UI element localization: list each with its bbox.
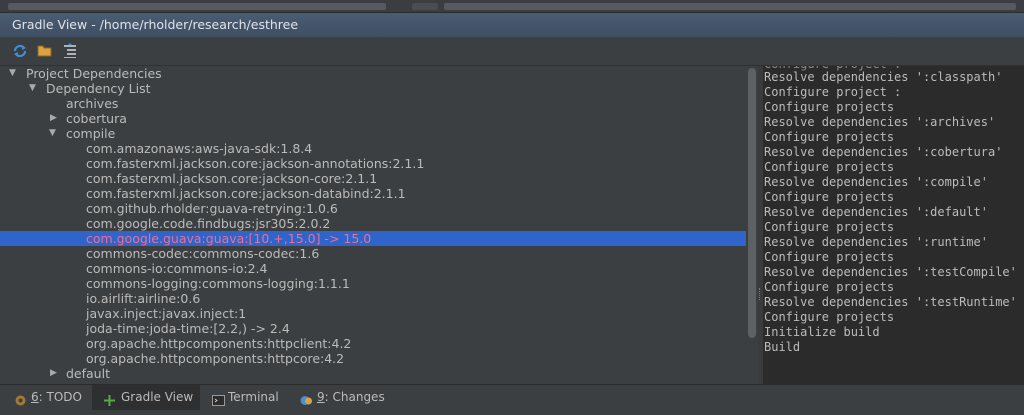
collapse-tree-icon[interactable]	[61, 42, 79, 60]
tree-node-cobertura[interactable]: ▶ cobertura	[0, 111, 746, 126]
dependency-row[interactable]: io.airlift:airline:0.6	[0, 291, 746, 306]
tree-node-label: cobertura	[66, 111, 127, 126]
dependency-label: com.amazonaws:aws-java-sdk:1.8.4	[86, 141, 313, 156]
tree-node-compile[interactable]: ▼ compile	[0, 126, 746, 141]
console-line: Resolve dependencies ':testRuntime'	[764, 295, 1017, 309]
dependency-label: com.fasterxml.jackson.core:jackson-datab…	[86, 186, 406, 201]
console-line: Configure projects	[764, 160, 895, 174]
console-line: Resolve dependencies ':testCompile'	[764, 265, 1017, 279]
refresh-icon[interactable]	[11, 42, 29, 60]
console-line: Resolve dependencies ':archives'	[764, 115, 996, 129]
tree-node-archives[interactable]: archives	[0, 96, 746, 111]
expanded-arrow-icon[interactable]: ▼	[29, 81, 39, 96]
todo-label: : TODO	[38, 390, 82, 404]
console-line: Resolve dependencies ':runtime'	[764, 235, 988, 249]
console-line: Resolve dependencies ':compile'	[764, 175, 988, 189]
terminal-tab[interactable]: Terminal	[208, 385, 288, 410]
console-line: Build	[764, 340, 801, 354]
dependency-label: com.fasterxml.jackson.core:jackson-core:…	[86, 171, 378, 186]
dependency-row[interactable]: javax.inject:javax.inject:1	[0, 306, 746, 321]
dependency-row[interactable]: com.amazonaws:aws-java-sdk:1.8.4	[0, 141, 746, 156]
dependency-label: io.airlift:airline:0.6	[86, 291, 201, 306]
folder-icon[interactable]	[36, 42, 54, 60]
changes-icon	[300, 391, 313, 405]
dependency-row[interactable]: com.fasterxml.jackson.core:jackson-annot…	[0, 156, 746, 171]
toolbar	[0, 37, 1024, 66]
console-line: Configure projects	[764, 310, 895, 324]
console-line: Configure projects	[764, 130, 895, 144]
dependency-row[interactable]: commons-io:commons-io:2.4	[0, 261, 746, 276]
tool-window-bar: 6: TODO Gradle View Terminal 9: Changes	[0, 384, 1024, 410]
dependency-label: javax.inject:javax.inject:1	[86, 306, 247, 321]
tree-node-label: Project Dependencies	[26, 66, 162, 81]
dependency-row[interactable]: com.github.rholder:guava-retrying:1.0.6	[0, 201, 746, 216]
tree-scrollbar-thumb[interactable]	[748, 68, 756, 338]
dependency-row[interactable]: com.fasterxml.jackson.core:jackson-core:…	[0, 171, 746, 186]
changes-label: : Changes	[324, 390, 385, 404]
tree-node-dependency-list[interactable]: ▼ Dependency List	[0, 81, 746, 96]
dependency-label: com.google.guava:guava:[10.+,15.0] -> 15…	[86, 231, 372, 246]
dependency-label: commons-logging:commons-logging:1.1.1	[86, 276, 350, 291]
todo-icon	[14, 391, 27, 406]
terminal-icon	[212, 391, 225, 406]
tree-scrollbar[interactable]	[746, 66, 758, 384]
dependency-label: com.fasterxml.jackson.core:jackson-annot…	[86, 156, 425, 171]
dependency-row[interactable]: com.fasterxml.jackson.core:jackson-datab…	[0, 186, 746, 201]
collapsed-arrow-icon[interactable]: ▶	[50, 366, 60, 381]
terminal-label: Terminal	[228, 390, 279, 404]
console-line: Resolve dependencies ':default'	[764, 205, 988, 219]
console-line: Configure projects	[764, 250, 895, 264]
dependency-label: commons-io:commons-io:2.4	[86, 261, 268, 276]
console-line: Configure project :	[764, 85, 902, 99]
tree-node-label: Dependency List	[46, 81, 151, 96]
gradle-view-label: Gradle View	[121, 390, 194, 404]
console-line: Configure projects	[764, 100, 895, 114]
dependency-row[interactable]: com.google.code.findbugs:jsr305:2.0.2	[0, 216, 746, 231]
dependency-label: com.github.rholder:guava-retrying:1.0.6	[86, 201, 338, 216]
console-line: Resolve dependencies ':classpath'	[764, 70, 1003, 84]
dependency-label: joda-time:joda-time:[2.2,) -> 2.4	[86, 321, 290, 336]
console-line: Resolve dependencies ':cobertura'	[764, 145, 1003, 159]
dependency-label: org.apache.httpcomponents:httpcore:4.2	[86, 351, 345, 366]
collapsed-arrow-icon[interactable]: ▶	[50, 111, 60, 126]
changes-shortcut: 9	[317, 390, 325, 404]
plus-icon	[103, 391, 116, 406]
dependency-row[interactable]: commons-codec:commons-codec:1.6	[0, 246, 746, 261]
dependency-label: commons-codec:commons-codec:1.6	[86, 246, 320, 261]
dependency-row[interactable]: org.apache.httpcomponents:httpcore:4.2	[0, 351, 746, 366]
tool-window-title-bar: Gradle View - /home/rholder/research/est…	[0, 12, 1024, 38]
gradle-view-tab[interactable]: Gradle View	[92, 385, 200, 410]
dependency-label: org.apache.httpcomponents:httpclient:4.2	[86, 336, 352, 351]
console-line: Configure projects	[764, 190, 895, 204]
dependency-label: com.google.code.findbugs:jsr305:2.0.2	[86, 216, 331, 231]
console-line: Configure projects	[764, 220, 895, 234]
expanded-arrow-icon[interactable]: ▼	[9, 66, 19, 81]
dependency-row-selected[interactable]: com.google.guava:guava:[10.+,15.0] -> 15…	[0, 231, 746, 246]
dependency-row[interactable]: commons-logging:commons-logging:1.1.1	[0, 276, 746, 291]
tree-node-label: default	[66, 366, 110, 381]
tree-node-default[interactable]: ▶ default	[0, 366, 746, 381]
console-line: Initialize build	[764, 325, 880, 339]
todo-shortcut: 6	[31, 390, 39, 404]
console-output: Configure project : Resolve dependencies…	[763, 66, 1024, 384]
tree-node-label: compile	[66, 126, 116, 141]
editor-scrollbar-left[interactable]	[8, 3, 386, 10]
dependency-row[interactable]: joda-time:joda-time:[2.2,) -> 2.4	[0, 321, 746, 336]
editor-scrollbar-mid[interactable]	[412, 3, 438, 10]
window-title: Gradle View - /home/rholder/research/est…	[12, 17, 299, 32]
changes-tab[interactable]: 9: Changes	[298, 385, 388, 410]
editor-scrollbar-right[interactable]	[444, 3, 1016, 10]
console-line: Configure projects	[764, 280, 895, 294]
tree-node-label: archives	[66, 96, 119, 111]
expanded-arrow-icon[interactable]: ▼	[49, 126, 59, 141]
tree-node-project-dependencies[interactable]: ▼ Project Dependencies	[0, 66, 746, 81]
todo-tab[interactable]: 6: TODO	[10, 385, 90, 410]
dependency-tree[interactable]: ▼ Project Dependencies ▼ Dependency List…	[0, 66, 746, 384]
dependency-row[interactable]: org.apache.httpcomponents:httpclient:4.2	[0, 336, 746, 351]
top-strip	[0, 0, 1024, 12]
